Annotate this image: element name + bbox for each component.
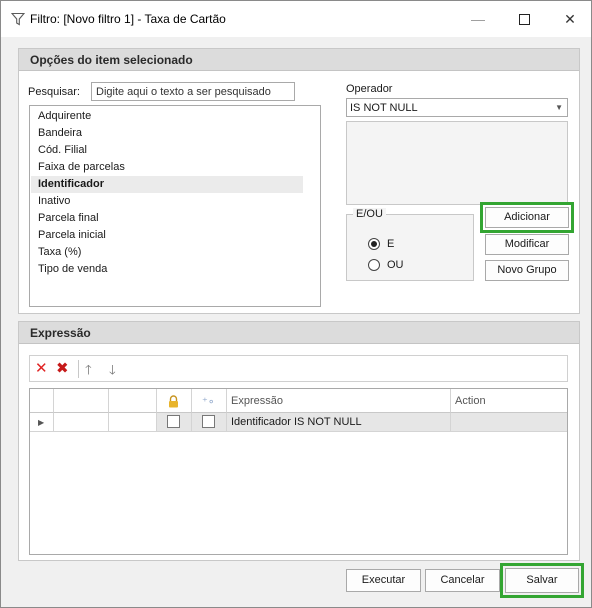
search-input[interactable]: Digite aqui o texto a ser pesquisado [91, 82, 295, 101]
list-item[interactable]: Faixa de parcelas [31, 159, 303, 176]
funnel-icon [11, 12, 25, 26]
logic-groupbox: E/OU E OU [346, 208, 474, 281]
add-button[interactable]: Adicionar [485, 207, 569, 228]
new-group-button[interactable]: Novo Grupo [485, 260, 569, 281]
window-title: Filtro: [Novo filtro 1] - Taxa de Cartão [30, 12, 226, 26]
radio-and[interactable] [368, 238, 380, 250]
maximize-button[interactable] [501, 1, 547, 37]
expression-grid: ⁺∘ Expressão Action ▶ Identificador IS N… [29, 388, 568, 555]
field-list[interactable]: Adquirente Bandeira Cód. Filial Faixa de… [29, 105, 321, 307]
delete-icon[interactable]: ✕ [35, 361, 48, 376]
row-indicator-icon[interactable]: ▶ [30, 413, 54, 432]
link-icon: ⁺∘ [202, 396, 215, 408]
title-bar: Filtro: [Novo filtro 1] - Taxa de Cartão… [1, 1, 591, 37]
list-item[interactable]: Cód. Filial [31, 142, 303, 159]
maximize-icon [518, 13, 530, 25]
radio-and-label: E [387, 238, 395, 250]
grid-header-link[interactable]: ⁺∘ [192, 389, 227, 413]
move-up-icon[interactable]: 🡑 [85, 362, 92, 377]
delete-all-icon[interactable]: ✖ [56, 361, 69, 376]
table-cell[interactable] [109, 413, 157, 432]
search-label: Pesquisar: [28, 86, 80, 98]
logic-label: E/OU [353, 208, 386, 220]
modify-button[interactable]: Modificar [485, 234, 569, 255]
cancel-button[interactable]: Cancelar [425, 569, 500, 592]
radio-or[interactable] [368, 259, 380, 271]
grid-header-lock[interactable] [157, 389, 192, 413]
operator-value-panel [346, 121, 568, 205]
close-button[interactable]: ✕ [547, 1, 592, 37]
list-item[interactable]: Parcela final [31, 210, 303, 227]
grid-header-indicator [30, 389, 54, 413]
operator-value: IS NOT NULL [350, 102, 418, 114]
chevron-down-icon: ▼ [555, 103, 563, 112]
grid-header-expression[interactable]: Expressão [227, 389, 451, 413]
lock-checkbox[interactable] [167, 415, 180, 428]
lock-icon [169, 395, 178, 408]
options-group: Opções do item selecionado Pesquisar: Di… [18, 48, 580, 314]
table-cell[interactable] [54, 413, 109, 432]
list-item[interactable]: Tipo de venda [31, 261, 303, 278]
expression-group: Expressão ✕ ✖ 🡑 🡓 ⁺∘ Expressão Action ▶ … [18, 321, 580, 561]
minimize-button[interactable]: — [455, 1, 501, 37]
operator-label: Operador [346, 83, 393, 95]
save-button[interactable]: Salvar [505, 568, 579, 593]
execute-button[interactable]: Executar [346, 569, 421, 592]
list-item[interactable]: Adquirente [31, 108, 303, 125]
radio-or-label: OU [387, 259, 404, 271]
list-item[interactable]: Taxa (%) [31, 244, 303, 261]
grid-header-action[interactable]: Action [451, 389, 567, 413]
table-cell-expression[interactable]: Identificador IS NOT NULL [227, 413, 451, 432]
table-cell-lock[interactable] [157, 413, 192, 432]
options-group-header: Opções do item selecionado [19, 49, 579, 71]
list-item[interactable]: Bandeira [31, 125, 303, 142]
list-item[interactable]: Inativo [31, 193, 303, 210]
table-cell-action[interactable] [451, 413, 567, 432]
expression-toolbar: ✕ ✖ 🡑 🡓 [29, 355, 568, 382]
move-down-icon[interactable]: 🡓 [109, 362, 116, 377]
filter-dialog: Filtro: [Novo filtro 1] - Taxa de Cartão… [0, 0, 592, 608]
grid-header-blank [109, 389, 157, 413]
grid-header-blank [54, 389, 109, 413]
toolbar-separator [78, 360, 79, 378]
list-item[interactable]: Parcela inicial [31, 227, 303, 244]
link-checkbox[interactable] [202, 415, 215, 428]
expression-group-header: Expressão [19, 322, 579, 344]
list-item-selected[interactable]: Identificador [31, 176, 303, 193]
table-cell-link[interactable] [192, 413, 227, 432]
operator-select[interactable]: IS NOT NULL ▼ [346, 98, 568, 117]
